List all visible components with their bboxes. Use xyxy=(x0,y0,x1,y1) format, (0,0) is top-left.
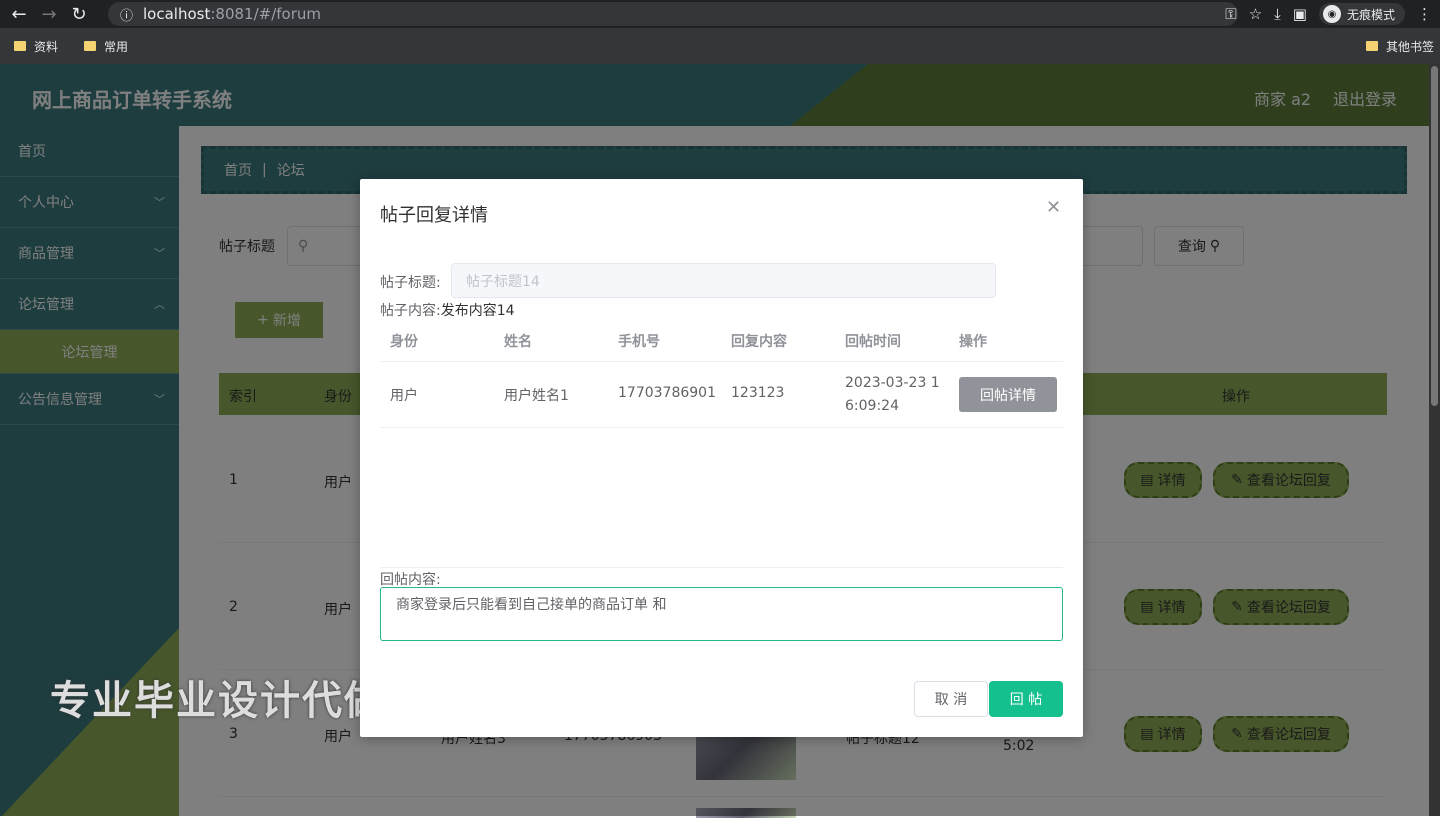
reply-phone: 17703786901 xyxy=(618,385,716,401)
reply-detail-dialog: 帖子回复详情 ✕ 帖子标题: 帖子标题14 帖子内容:发布内容14 身份 姓名 … xyxy=(360,179,1083,737)
bookmark-folder[interactable]: 常用 xyxy=(84,38,128,55)
reply-detail-button[interactable]: 回帖详情 xyxy=(959,377,1057,412)
divider xyxy=(380,567,1063,568)
reply-time-line2: 6:09:24 xyxy=(845,398,899,414)
address-bar[interactable]: ⓘ localhost:8081/#/forum xyxy=(108,2,1238,26)
column-header: 手机号 xyxy=(618,334,660,350)
reload-icon[interactable]: ↻ xyxy=(68,3,90,25)
reply-content: 123123 xyxy=(731,385,785,401)
url-host: localhost xyxy=(143,5,211,23)
info-icon: ⓘ xyxy=(120,8,134,24)
incognito-icon: ◉ xyxy=(1322,5,1341,23)
folder-icon xyxy=(1365,41,1378,51)
bookmarks-bar: 资料 常用 其他书签 xyxy=(0,28,1440,64)
divider xyxy=(380,427,1063,428)
bookmark-label: 常用 xyxy=(104,39,129,54)
divider xyxy=(380,361,1063,362)
watermark: 专业毕业设计代做 xyxy=(50,678,386,724)
column-header: 回帖时间 xyxy=(845,334,901,350)
bookmark-folder[interactable]: 资料 xyxy=(14,38,58,55)
reply-name: 用户姓名1 xyxy=(504,388,569,404)
menu-icon[interactable]: ⋮ xyxy=(1417,5,1432,23)
post-content-value: 发布内容14 xyxy=(440,303,515,319)
reply-label: 回帖内容: xyxy=(380,572,441,588)
column-header: 操作 xyxy=(959,334,987,350)
folder-icon xyxy=(14,41,26,51)
forward-arrow-icon[interactable]: → xyxy=(38,3,60,25)
other-bookmarks[interactable]: 其他书签 xyxy=(1365,38,1434,55)
sidepanel-icon[interactable]: ▣ xyxy=(1293,5,1307,23)
key-icon[interactable]: ⚿ xyxy=(1225,5,1236,23)
column-header: 回复内容 xyxy=(731,334,787,350)
reply-textarea[interactable]: 商家登录后只能看到自己接单的商品订单 和 xyxy=(380,587,1063,641)
star-icon[interactable]: ☆ xyxy=(1249,5,1262,23)
other-bookmarks-label: 其他书签 xyxy=(1385,39,1434,54)
back-arrow-icon[interactable]: ← xyxy=(8,3,30,25)
reply-time-line1: 2023-03-23 1 xyxy=(845,375,940,391)
column-header: 姓名 xyxy=(504,334,532,350)
post-title-field: 帖子标题14 xyxy=(451,263,996,298)
scrollbar-thumb[interactable] xyxy=(1431,66,1438,406)
post-content: 帖子内容:发布内容14 xyxy=(380,300,515,320)
post-content-label: 帖子内容: xyxy=(380,303,441,319)
dialog-title: 帖子回复详情 xyxy=(380,205,488,226)
url-path: :8081/#/forum xyxy=(210,5,322,23)
submit-reply-button[interactable]: 回 帖 xyxy=(989,681,1063,717)
folder-icon xyxy=(84,41,97,51)
post-title-label: 帖子标题: xyxy=(380,275,441,291)
bookmark-label: 资料 xyxy=(34,39,59,54)
browser-actions: ⚿ ☆ ⤓ ▣ ◉ 无痕模式 ⋮ xyxy=(1225,2,1432,26)
reply-role: 用户 xyxy=(390,388,418,404)
close-icon[interactable]: ✕ xyxy=(1046,197,1061,218)
download-icon[interactable]: ⤓ xyxy=(1274,5,1281,23)
incognito-label: 无痕模式 xyxy=(1346,7,1395,22)
column-header: 身份 xyxy=(390,334,418,350)
incognito-badge[interactable]: ◉ 无痕模式 xyxy=(1318,3,1405,25)
cancel-button[interactable]: 取 消 xyxy=(914,681,988,717)
